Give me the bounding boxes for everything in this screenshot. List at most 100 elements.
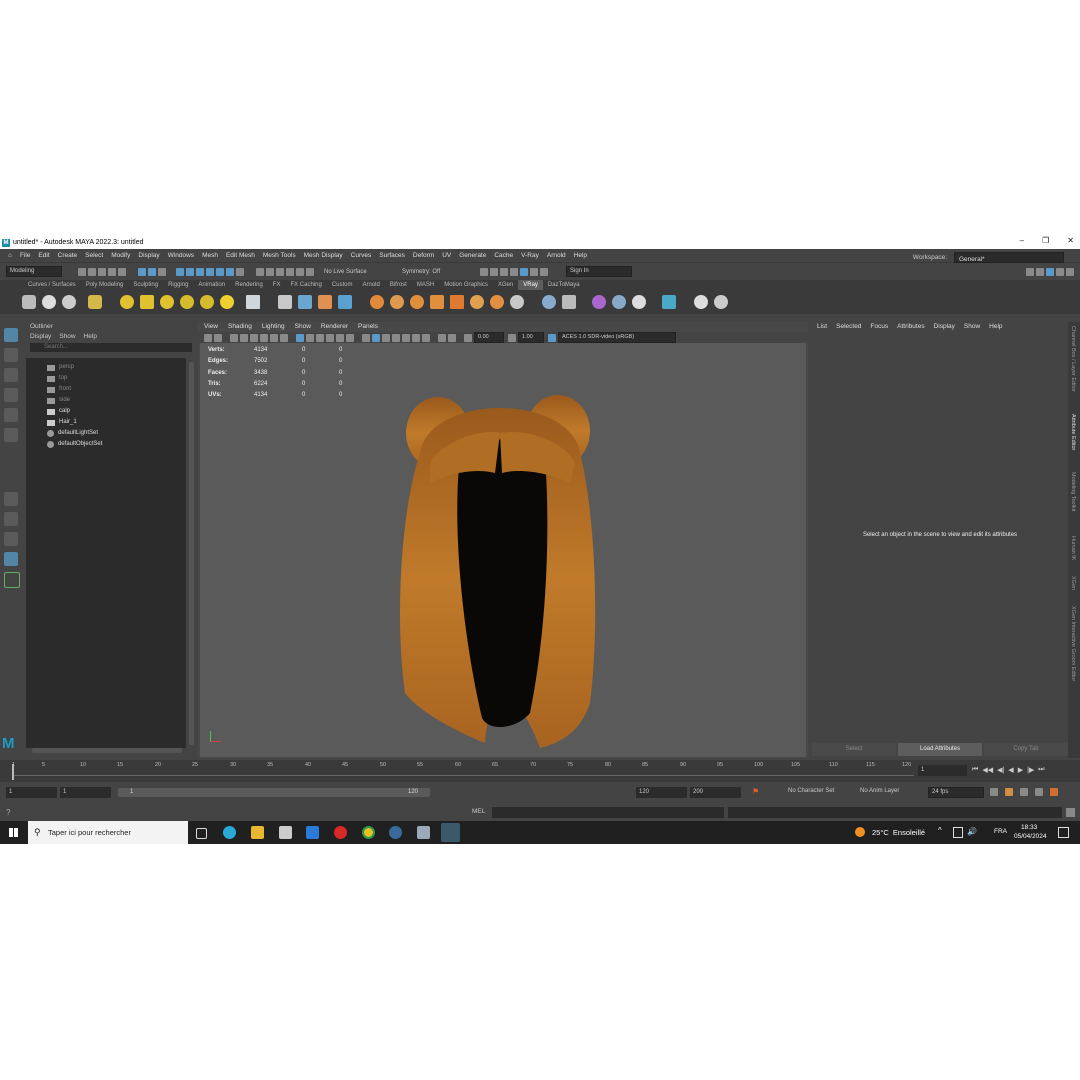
toggle-attribute-editor-icon[interactable] [1046, 267, 1054, 276]
shelf-tab-mash[interactable]: MASH [412, 280, 439, 290]
workspace-dropdown[interactable]: General* [954, 252, 1064, 263]
side-tab-channel-box[interactable]: Channel Box / Layer Editor [1070, 326, 1076, 392]
render-settings-icon[interactable] [296, 267, 304, 276]
color-management-icon[interactable] [548, 333, 556, 342]
depth-of-field-icon[interactable] [422, 333, 430, 342]
four-view-icon[interactable] [4, 512, 18, 526]
fps-dropdown[interactable]: 24 fps [928, 787, 984, 798]
ipr-render-icon[interactable] [520, 267, 528, 276]
character-set-dropdown[interactable]: No Character Set [788, 788, 834, 794]
paint-select-tool-icon[interactable] [4, 368, 18, 382]
menu-edit-mesh[interactable]: Edit Mesh [222, 249, 259, 262]
viewport-menu-lighting[interactable]: Lighting [262, 322, 285, 332]
open-scene-icon[interactable] [88, 267, 96, 276]
taskbar-search-input[interactable]: ⚲ Taper ici pour rechercher [28, 821, 188, 844]
weather-label[interactable]: 25°C Ensoleillé [872, 828, 925, 837]
shelf-tab-bifrost[interactable]: Bifrost [385, 280, 412, 290]
viewport-menu-show[interactable]: Show [295, 322, 311, 332]
outliner-menu-display[interactable]: Display [30, 331, 51, 342]
lasso-tool-icon[interactable] [4, 348, 18, 362]
view-transform-dropdown[interactable]: ACES 1.0 SDR-video (sRGB) [558, 332, 676, 343]
volume-icon[interactable]: 🔊 [967, 827, 977, 836]
step-back-key-icon[interactable]: ◀◀ [982, 766, 993, 774]
side-tab-xgen[interactable]: XGen [1070, 576, 1076, 590]
snap-surface-icon[interactable] [216, 267, 224, 276]
camera-attributes-icon[interactable] [214, 333, 222, 342]
go-to-end-icon[interactable]: ⏭ [1038, 766, 1044, 774]
shelf-tab-xgen[interactable]: XGen [493, 280, 518, 290]
anim-layer-dropdown[interactable]: No Anim Layer [860, 788, 899, 794]
ambient-occlusion-icon[interactable] [392, 333, 400, 342]
viewport-menu-panels[interactable]: Panels [358, 322, 378, 332]
vray-sphere-light-icon[interactable] [160, 295, 174, 309]
outliner-horizontal-scrollbar[interactable] [32, 748, 182, 753]
toggle-tool-settings-icon[interactable] [1056, 267, 1064, 276]
vray-render-icon[interactable] [22, 295, 36, 309]
outliner-item-hair[interactable]: Hair_1 [26, 417, 186, 428]
shelf-tab-animation[interactable]: Animation [193, 280, 230, 290]
file-explorer-icon[interactable] [251, 826, 264, 839]
redo-icon[interactable] [118, 267, 126, 276]
viewport-menu-renderer[interactable]: Renderer [321, 322, 348, 332]
animation-start-field[interactable]: 1 [6, 787, 57, 798]
snap-view-icon[interactable] [206, 267, 214, 276]
scale-tool-icon[interactable] [4, 428, 18, 442]
menu-curves[interactable]: Curves [347, 249, 376, 262]
vray-bulb-icon[interactable] [694, 295, 708, 309]
playback-end-field[interactable]: 120 [636, 787, 687, 798]
close-icon[interactable]: ✕ [1067, 236, 1074, 249]
vray-mesh-icon[interactable] [430, 295, 444, 309]
sound-icon[interactable] [1020, 788, 1028, 796]
vray-spheres-icon[interactable] [612, 295, 626, 309]
grid-icon[interactable] [250, 333, 258, 342]
toggle-channel-box-icon[interactable] [1066, 267, 1074, 276]
select-component-icon[interactable] [158, 267, 166, 276]
render-view-icon[interactable] [500, 267, 508, 276]
save-scene-icon[interactable] [98, 267, 106, 276]
textured-icon[interactable] [326, 333, 334, 342]
outliner-layout-icon[interactable] [4, 552, 18, 566]
live-surface-label[interactable]: No Live Surface [324, 269, 394, 275]
attr-menu-display[interactable]: Display [934, 322, 955, 332]
motion-blur-icon[interactable] [402, 333, 410, 342]
vray-palette-icon[interactable] [632, 295, 646, 309]
xray-joints-icon[interactable] [372, 333, 380, 342]
pause-render-icon[interactable] [540, 267, 548, 276]
sign-in-dropdown[interactable]: Sign In [566, 266, 632, 277]
vray-material-icon[interactable] [88, 295, 102, 309]
play-backwards-icon[interactable]: ◀ [1008, 766, 1013, 774]
menu-display[interactable]: Display [134, 249, 163, 262]
mode-dropdown[interactable]: Modeling [6, 266, 62, 277]
vray-subdiv-icon[interactable] [390, 295, 404, 309]
snap-grid-icon[interactable] [176, 267, 184, 276]
arnold-render-icon[interactable] [530, 267, 538, 276]
command-input[interactable] [492, 807, 724, 818]
select-object-icon[interactable] [148, 267, 156, 276]
animation-end-field[interactable]: 200 [690, 787, 741, 798]
menu-file[interactable]: File [16, 249, 34, 262]
attr-menu-help[interactable]: Help [989, 322, 1002, 332]
snap-curve-icon[interactable] [186, 267, 194, 276]
menu-mesh-display[interactable]: Mesh Display [300, 249, 347, 262]
menu-modify[interactable]: Modify [107, 249, 134, 262]
current-frame-field[interactable]: 1 [918, 765, 967, 776]
maya-taskbar-icon[interactable] [441, 823, 460, 842]
lights-icon[interactable] [336, 333, 344, 342]
outliner-item-calp[interactable]: calp [26, 406, 186, 417]
menu-generate[interactable]: Generate [455, 249, 490, 262]
vray-ipr-icon[interactable] [42, 295, 56, 309]
vray-compositor-icon[interactable] [662, 295, 676, 309]
vray-scene-icon[interactable] [298, 295, 312, 309]
vray-triangle-icon[interactable] [542, 295, 556, 309]
outliner-search-input[interactable]: Search... [30, 343, 192, 352]
undo-icon[interactable] [108, 267, 116, 276]
script-editor-icon[interactable] [1066, 808, 1075, 817]
select-tool-icon[interactable] [4, 328, 18, 342]
tray-chevron-icon[interactable]: ^ [938, 826, 942, 835]
vray-dome-light-icon[interactable] [120, 295, 134, 309]
isolate-icon[interactable] [448, 333, 456, 342]
shelf-tab-sculpting[interactable]: Sculpting [128, 280, 163, 290]
store-icon[interactable] [279, 826, 292, 839]
menu-deform[interactable]: Deform [409, 249, 438, 262]
shelf-tab-fx-caching[interactable]: FX Caching [285, 280, 326, 290]
